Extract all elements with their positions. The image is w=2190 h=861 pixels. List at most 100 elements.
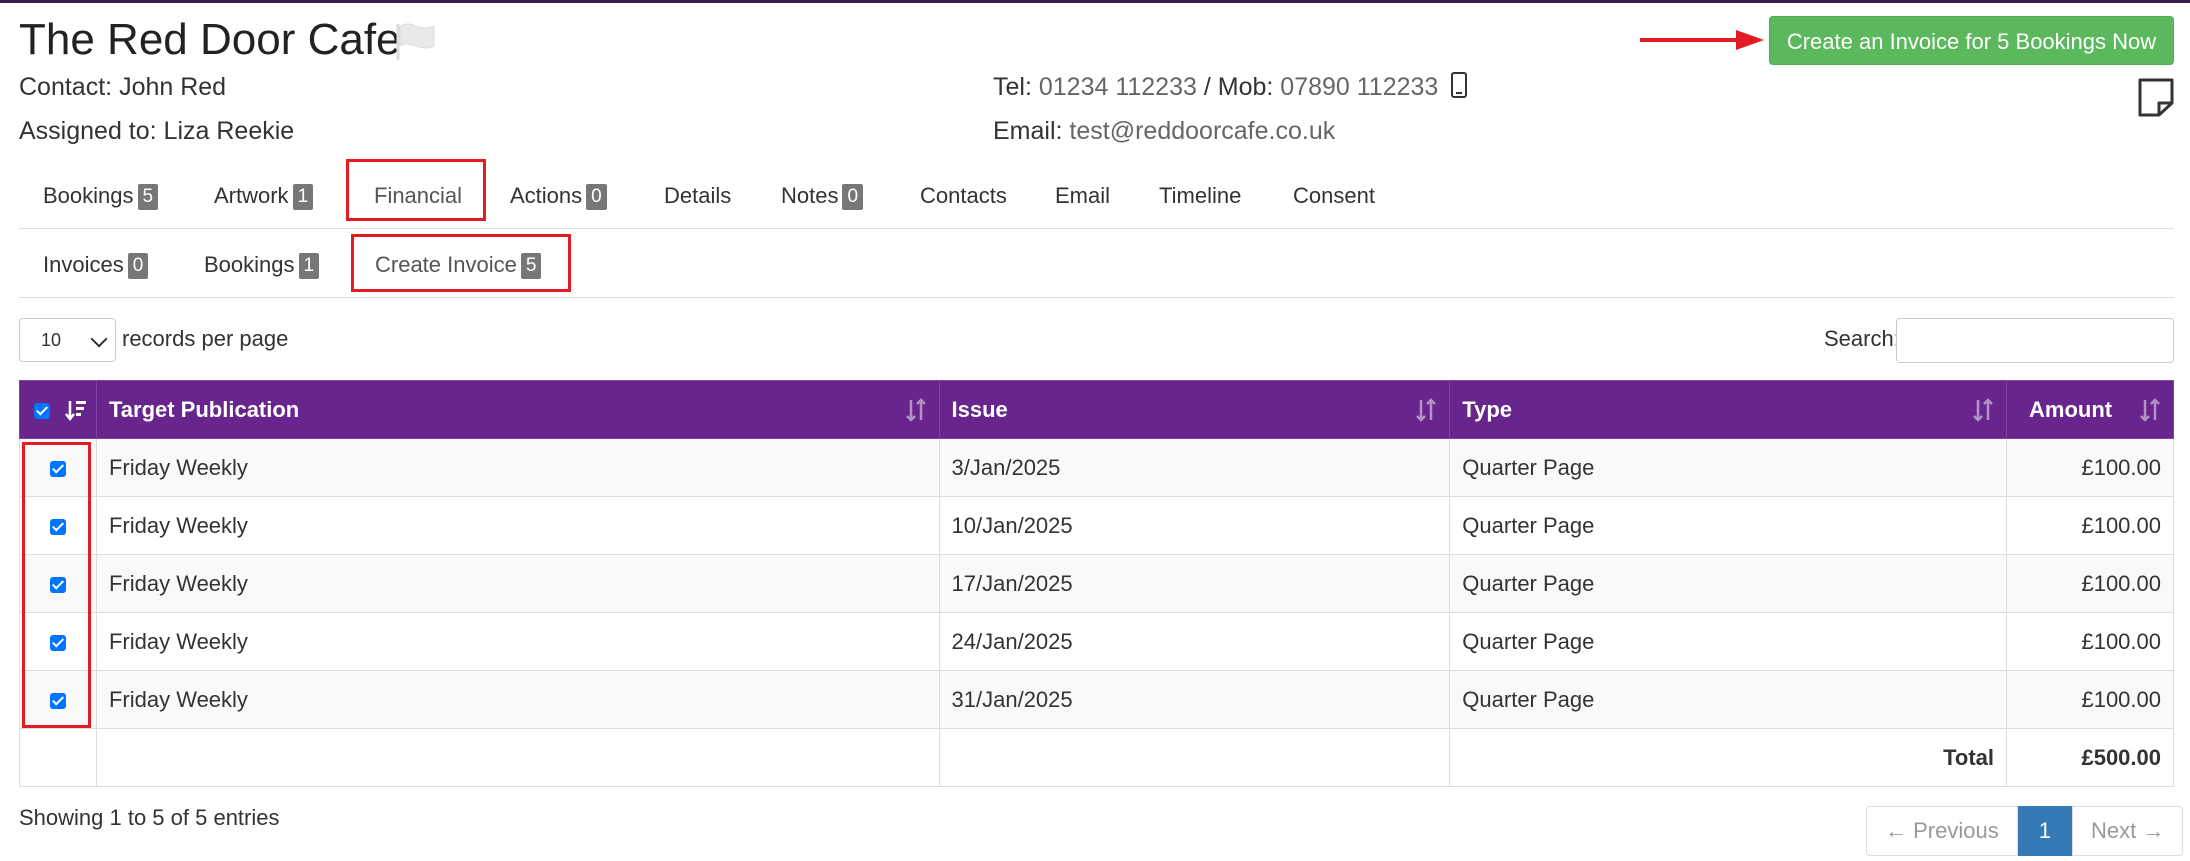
- bookings-table: Target Publication Issue Type Amount Fri…: [19, 380, 2174, 787]
- contact-label: Contact:: [19, 73, 113, 101]
- flag-icon[interactable]: [394, 22, 438, 62]
- tab-label: Email: [1055, 183, 1111, 208]
- total-label: Total: [1449, 728, 2007, 787]
- amount-cell: £100.00: [2006, 438, 2174, 497]
- tab-artwork[interactable]: Artwork 1: [214, 164, 314, 228]
- col-amount[interactable]: Amount: [2006, 380, 2174, 439]
- create-invoice-now-button[interactable]: Create an Invoice for 5 Bookings Now: [1769, 16, 2174, 65]
- type-cell: Quarter Page: [1449, 438, 2007, 497]
- col-issue[interactable]: Issue: [938, 380, 1451, 439]
- publication-cell: Friday Weekly: [95, 554, 940, 613]
- search-label: Search:: [1824, 326, 1900, 351]
- col-type[interactable]: Type: [1449, 380, 2007, 439]
- tab-contacts[interactable]: Contacts: [920, 164, 1007, 228]
- sub-tabs: Invoices 0 Bookings 1 Create Invoice 5: [19, 233, 2174, 298]
- subtab-label: Invoices: [43, 252, 124, 277]
- next-page-button[interactable]: Next →: [2071, 806, 2184, 856]
- tab-consent[interactable]: Consent: [1293, 164, 1375, 228]
- page-size-value: 10: [41, 330, 62, 350]
- assigned-name: Liza Reekie: [163, 117, 295, 145]
- showing-entries-text: Showing 1 to 5 of 5 entries: [19, 805, 280, 830]
- empty-cell: [95, 728, 940, 787]
- page-1-button[interactable]: 1: [2017, 806, 2072, 856]
- contact-line: Contact: John Red: [19, 72, 226, 102]
- financial-highlight-box: [346, 159, 486, 221]
- mob-link[interactable]: 07890 112233: [1280, 73, 1438, 101]
- tab-label: Notes: [781, 183, 839, 208]
- subtab-invoices[interactable]: Invoices 0: [43, 233, 149, 297]
- issue-cell: 3/Jan/2025: [938, 438, 1451, 497]
- checkbox-highlight-box: [22, 442, 91, 728]
- publication-cell: Friday Weekly: [95, 438, 940, 497]
- select-all-header[interactable]: [19, 380, 97, 439]
- tab-label: Bookings: [43, 183, 134, 208]
- col-target-publication[interactable]: Target Publication: [95, 380, 940, 439]
- table-row: Friday Weekly 17/Jan/2025 Quarter Page £…: [19, 554, 2174, 613]
- type-cell: Quarter Page: [1449, 612, 2007, 671]
- table-row: Friday Weekly 31/Jan/2025 Quarter Page £…: [19, 670, 2174, 729]
- phone-line: Tel: 01234 112233 / Mob: 07890 112233: [993, 72, 1468, 102]
- total-value: £500.00: [2006, 728, 2174, 787]
- publication-cell: Friday Weekly: [95, 670, 940, 729]
- select-all-checkbox[interactable]: [34, 402, 50, 419]
- empty-cell: [938, 728, 1451, 787]
- annotation-arrow: [1640, 30, 1764, 50]
- tab-details[interactable]: Details: [664, 164, 731, 228]
- sort-icon: [1416, 398, 1437, 422]
- subtab-label: Bookings: [204, 252, 295, 277]
- contact-name: John Red: [119, 73, 227, 101]
- sort-icon: [1973, 398, 1993, 422]
- tab-email[interactable]: Email: [1055, 164, 1110, 228]
- tab-label: Details: [664, 183, 732, 208]
- page-title: The Red Door Cafe: [19, 15, 401, 64]
- type-cell: Quarter Page: [1449, 554, 2007, 613]
- sticky-note-icon[interactable]: [2137, 77, 2175, 117]
- tab-notes[interactable]: Notes 0: [781, 164, 864, 228]
- subtab-bookings[interactable]: Bookings 1: [204, 233, 320, 297]
- assigned-line: Assigned to: Liza Reekie: [19, 116, 294, 146]
- sort-active-icon[interactable]: [64, 398, 88, 422]
- column-label: Issue: [951, 396, 1008, 422]
- tab-label: Artwork: [214, 183, 289, 208]
- previous-page-button[interactable]: ← Previous: [1866, 806, 2018, 856]
- tab-badge: 5: [137, 184, 159, 210]
- tab-bookings[interactable]: Bookings 5: [43, 164, 159, 228]
- tab-label: Timeline: [1159, 183, 1242, 208]
- column-label: Type: [1462, 396, 1513, 422]
- table-header-row: Target Publication Issue Type Amount: [19, 380, 2174, 439]
- table-row: Friday Weekly 10/Jan/2025 Quarter Page £…: [19, 496, 2174, 555]
- sort-icon: [905, 398, 926, 422]
- tel-link[interactable]: 01234 112233: [1039, 73, 1197, 101]
- type-cell: Quarter Page: [1449, 496, 2007, 555]
- table-row: Friday Weekly 3/Jan/2025 Quarter Page £1…: [19, 438, 2174, 497]
- page-size-select[interactable]: 10: [19, 318, 116, 362]
- pagination: ← Previous 1 Next →: [1866, 806, 2184, 856]
- records-per-page-label: records per page: [122, 326, 289, 351]
- tab-badge: 0: [586, 184, 607, 210]
- amount-cell: £100.00: [2006, 554, 2174, 613]
- tab-badge: 1: [292, 184, 314, 210]
- chevron-down-icon: [90, 330, 108, 348]
- table-row: Friday Weekly 24/Jan/2025 Quarter Page £…: [19, 612, 2174, 671]
- sort-icon: [2140, 398, 2160, 422]
- tel-label: Tel:: [993, 73, 1032, 101]
- issue-cell: 10/Jan/2025: [938, 496, 1451, 555]
- email-link[interactable]: test@reddoorcafe.co.uk: [1069, 117, 1335, 145]
- tab-actions[interactable]: Actions 0: [510, 164, 607, 228]
- tab-label: Actions: [510, 183, 583, 208]
- amount-cell: £100.00: [2006, 670, 2174, 729]
- search-input[interactable]: [1896, 318, 2174, 363]
- main-tabs: Bookings 5 Artwork 1 Financial Actions 0 De…: [19, 164, 2174, 229]
- subtab-badge: 0: [127, 253, 149, 279]
- email-label: Email:: [993, 117, 1063, 145]
- column-label: Target Publication: [108, 396, 300, 422]
- publication-cell: Friday Weekly: [95, 496, 940, 555]
- total-row: Total £500.00: [19, 728, 2174, 787]
- column-label: Amount: [2029, 396, 2113, 422]
- create-invoice-highlight-box: [351, 234, 571, 292]
- tab-label: Contacts: [920, 183, 1007, 208]
- top-border: [0, 0, 2190, 3]
- tab-badge: 0: [842, 184, 864, 210]
- tab-timeline[interactable]: Timeline: [1159, 164, 1241, 228]
- mobile-phone-icon: [1451, 72, 1468, 98]
